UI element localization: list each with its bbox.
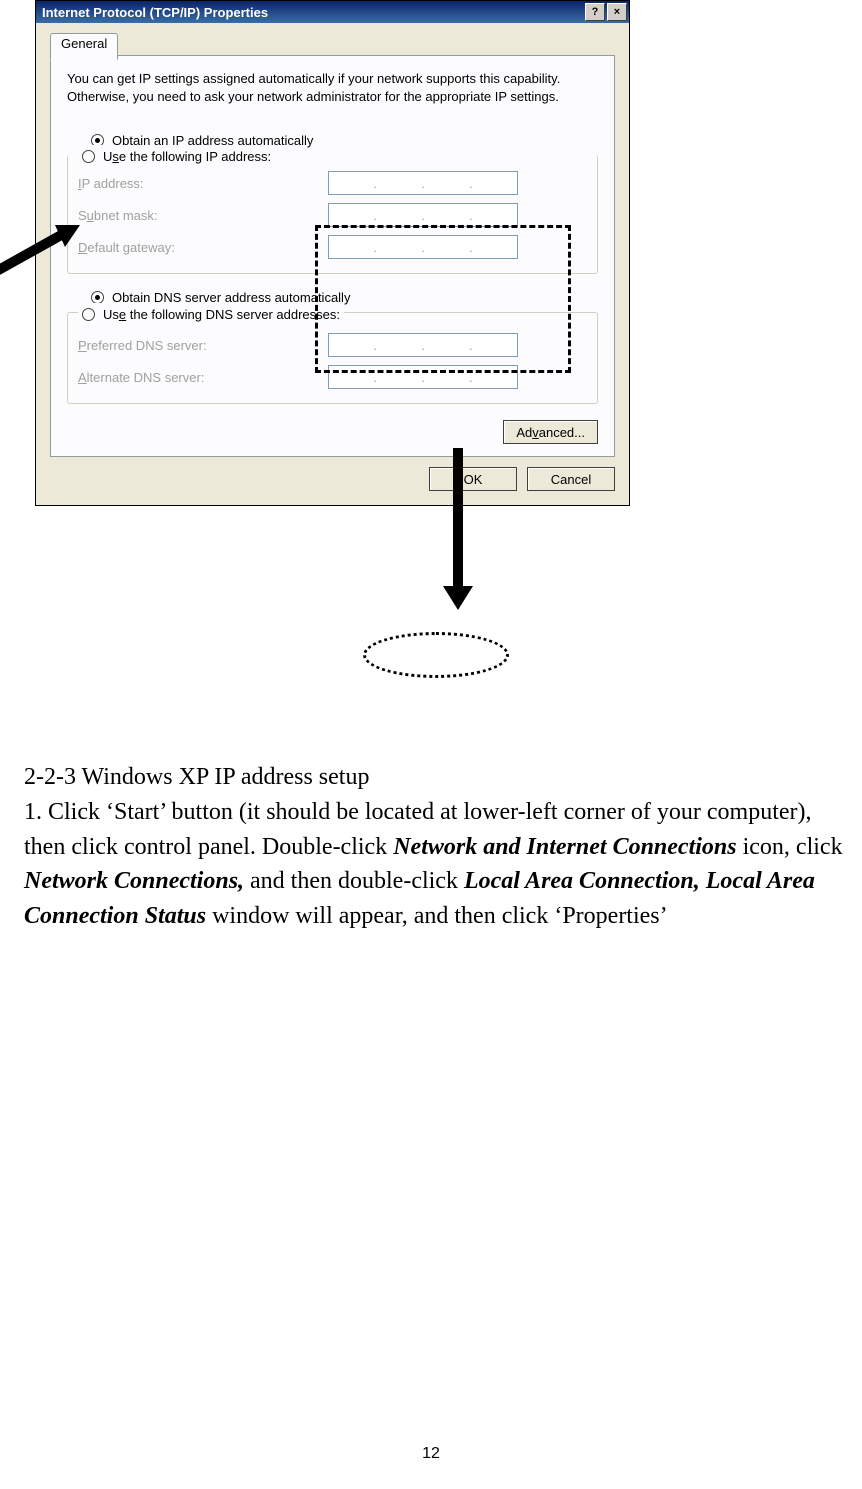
radio-use-ip[interactable] [82, 150, 95, 163]
dialog-titlebar[interactable]: Internet Protocol (TCP/IP) Properties ? … [36, 1, 629, 23]
ip-address-field[interactable]: ... [328, 171, 518, 195]
label-subnet-mask: Subnet mask: [78, 208, 328, 223]
radio-use-dns-label: Use the following DNS server addresses: [103, 307, 340, 322]
intro-text: You can get IP settings assigned automat… [67, 70, 598, 105]
help-button[interactable]: ? [585, 3, 605, 21]
subnet-mask-field[interactable]: ... [328, 203, 518, 227]
label-default-gateway: Default gateway: [78, 240, 328, 255]
preferred-dns-field[interactable]: ... [328, 333, 518, 357]
radio-use-dns-row[interactable]: Use the following DNS server addresses: [82, 303, 340, 325]
dialog-title: Internet Protocol (TCP/IP) Properties [38, 5, 583, 20]
annotation-ok-ellipse [363, 632, 509, 678]
annotation-arrow-top-icon [0, 222, 95, 282]
radio-obtain-dns[interactable] [91, 291, 104, 304]
label-ip-address: IP address: [78, 176, 328, 191]
tabstrip: General [50, 33, 615, 56]
label-preferred-dns: Preferred DNS server: [78, 338, 328, 353]
cancel-button[interactable]: Cancel [527, 467, 615, 491]
radio-use-ip-row[interactable]: Use the following IP address: [82, 145, 271, 167]
annotation-arrow-down-icon [438, 448, 478, 614]
step-1-text: 1. Click ‘Start’ button (it should be lo… [24, 795, 844, 934]
section-heading: 2-2-3 Windows XP IP address setup [24, 760, 844, 795]
tab-general[interactable]: General [50, 33, 118, 60]
radio-use-dns[interactable] [82, 308, 95, 321]
radio-use-ip-label: Use the following IP address: [103, 149, 271, 164]
document-body: 2-2-3 Windows XP IP address setup 1. Cli… [24, 760, 844, 934]
default-gateway-field[interactable]: ... [328, 235, 518, 259]
page-number: 12 [0, 1445, 862, 1463]
close-button[interactable]: × [607, 3, 627, 21]
label-alternate-dns: Alternate DNS server: [78, 370, 328, 385]
alternate-dns-field[interactable]: ... [328, 365, 518, 389]
advanced-button[interactable]: Advanced... [503, 420, 598, 444]
tcpip-properties-dialog: Internet Protocol (TCP/IP) Properties ? … [35, 0, 630, 506]
